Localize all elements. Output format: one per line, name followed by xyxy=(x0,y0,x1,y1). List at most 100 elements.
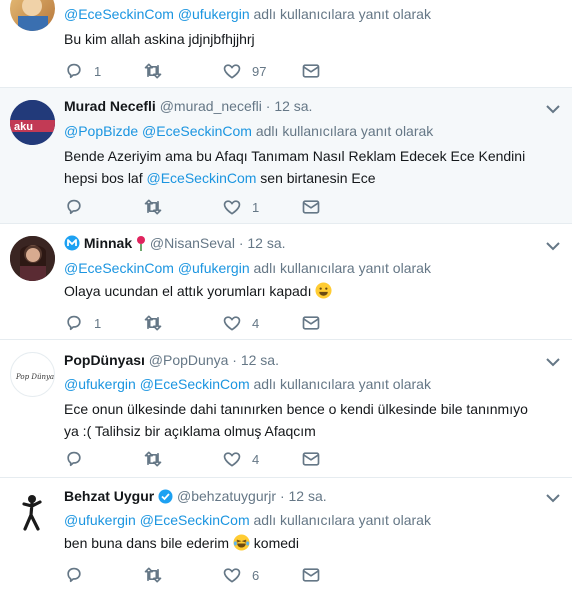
mention-link[interactable]: @EceSeckinCom xyxy=(64,6,174,22)
direct-message-button[interactable] xyxy=(301,313,321,333)
tweet-header: Behzat Uygur @behzatuygurjr · 12 sa. xyxy=(64,488,327,504)
tweet-actions: 4 xyxy=(64,449,364,469)
mention-link[interactable]: @EceSeckinCom xyxy=(64,260,174,276)
chevron-down-icon[interactable] xyxy=(546,241,560,251)
mention-link[interactable]: @ufukergin xyxy=(178,260,250,276)
avatar[interactable] xyxy=(10,490,55,535)
mention-link[interactable]: @EceSeckinCom xyxy=(147,170,257,186)
reply-context: @ufukergin @EceSeckinCom adlı kullanıcıl… xyxy=(64,512,431,528)
direct-message-button[interactable] xyxy=(301,197,321,217)
tweet[interactable]: aku Murad Necefli @murad_necefli · 12 sa… xyxy=(0,88,572,224)
reply-count: 1 xyxy=(94,63,102,79)
chevron-down-icon[interactable] xyxy=(546,104,560,114)
like-button[interactable]: 4 xyxy=(222,449,259,469)
tweet[interactable]: @EceSeckinCom @ufukergin adlı kullanıcıl… xyxy=(0,0,572,88)
retweet-button[interactable] xyxy=(143,61,163,81)
avatar[interactable] xyxy=(10,0,55,31)
avatar[interactable] xyxy=(10,236,55,281)
chevron-down-icon[interactable] xyxy=(546,493,560,503)
direct-message-button[interactable] xyxy=(301,61,321,81)
tweet[interactable]: Pop Dünyası PopDünyası @PopDunya · 12 sa… xyxy=(0,340,572,478)
reply-context: @ufukergin @EceSeckinCom adlı kullanıcıl… xyxy=(64,376,431,392)
user-handle[interactable]: @behzatuygurjr xyxy=(177,488,276,504)
retweet-icon xyxy=(143,565,163,585)
timestamp[interactable]: 12 sa. xyxy=(289,488,327,504)
reply-count: 1 xyxy=(94,315,102,331)
heart-icon xyxy=(222,197,242,217)
like-count: 97 xyxy=(252,63,267,79)
verified-circle-icon xyxy=(64,235,80,251)
display-name[interactable]: Murad Necefli xyxy=(64,98,156,114)
tweet-text: Olaya ucundan el attık yorumları kapadı xyxy=(64,280,554,302)
retweet-icon xyxy=(143,313,163,333)
reply-icon xyxy=(64,61,84,81)
text-part: Olaya ucundan el attık yorumları kapadı xyxy=(64,283,312,299)
mention-link[interactable]: @ufukergin xyxy=(64,512,136,528)
like-count: 4 xyxy=(252,451,260,467)
laughing-emoji-icon xyxy=(233,534,250,551)
reply-button[interactable] xyxy=(64,197,84,217)
heart-icon xyxy=(222,313,242,333)
reply-icon xyxy=(64,565,84,585)
grinning-emoji-icon xyxy=(315,282,332,299)
like-button[interactable]: 4 xyxy=(222,313,259,333)
envelope-icon xyxy=(301,565,321,585)
tweet[interactable]: Minnak @NisanSeval · 12 sa. @EceSeckinCo… xyxy=(0,224,572,340)
reply-button[interactable] xyxy=(64,449,84,469)
mention-link[interactable]: @ufukergin xyxy=(178,6,250,22)
mention-link[interactable]: @EceSeckinCom xyxy=(142,123,252,139)
separator-dot: · xyxy=(238,235,244,251)
display-name[interactable]: Minnak xyxy=(84,235,132,251)
timestamp[interactable]: 12 sa. xyxy=(241,352,279,368)
mention-link[interactable]: @EceSeckinCom xyxy=(140,376,250,392)
heart-icon xyxy=(222,565,242,585)
like-count: 4 xyxy=(252,315,260,331)
like-button[interactable]: 1 xyxy=(222,197,259,217)
envelope-icon xyxy=(301,197,321,217)
display-name[interactable]: PopDünyası xyxy=(64,352,145,368)
tweet-actions: 6 xyxy=(64,565,364,585)
retweet-icon xyxy=(143,449,163,469)
tweet-text: Ece onun ülkesinde dahi tanınırken bence… xyxy=(64,401,528,439)
tweet[interactable]: Behzat Uygur @behzatuygurjr · 12 sa. @uf… xyxy=(0,478,572,590)
mention-link[interactable]: @ufukergin xyxy=(64,376,136,392)
heart-icon xyxy=(222,449,242,469)
reply-context: @PopBizde @EceSeckinCom adlı kullanıcıla… xyxy=(64,123,433,139)
reply-button[interactable]: 1 xyxy=(64,61,101,81)
direct-message-button[interactable] xyxy=(301,449,321,469)
user-handle[interactable]: @murad_necefli xyxy=(160,98,262,114)
retweet-button[interactable] xyxy=(143,313,163,333)
tweet-header: PopDünyası @PopDunya · 12 sa. xyxy=(64,352,279,368)
tweet-text: Bende Azeriyim ama bu Afaqı Tanımam Nası… xyxy=(64,145,554,189)
tweet-text: Bu kim allah askina jdjnjbfhjjhrj xyxy=(64,31,255,47)
mention-link[interactable]: @PopBizde xyxy=(64,123,138,139)
separator-dot: · xyxy=(265,98,271,114)
avatar[interactable]: aku xyxy=(10,100,55,145)
heart-icon xyxy=(222,61,242,81)
mention-link[interactable]: @EceSeckinCom xyxy=(140,512,250,528)
reply-context: @EceSeckinCom @ufukergin adlı kullanıcıl… xyxy=(64,260,431,276)
like-button[interactable]: 6 xyxy=(222,565,259,585)
timestamp[interactable]: 12 sa. xyxy=(247,235,285,251)
reply-prefix: adlı kullanıcılara yanıt olarak xyxy=(253,512,431,528)
reply-button[interactable]: 1 xyxy=(64,313,101,333)
retweet-button[interactable] xyxy=(143,197,163,217)
user-handle[interactable]: @PopDunya xyxy=(149,352,229,368)
retweet-button[interactable] xyxy=(143,449,163,469)
direct-message-button[interactable] xyxy=(301,565,321,585)
retweet-icon xyxy=(143,61,163,81)
like-button[interactable]: 97 xyxy=(222,61,266,81)
reply-prefix: adlı kullanıcılara yanıt olarak xyxy=(253,6,431,22)
text-part: ben buna dans bile ederim xyxy=(64,535,233,551)
envelope-icon xyxy=(301,61,321,81)
chevron-down-icon[interactable] xyxy=(546,357,560,367)
tweet-actions: 1 97 xyxy=(64,61,364,81)
tweet-header: Minnak @NisanSeval · 12 sa. xyxy=(64,235,286,251)
reply-button[interactable] xyxy=(64,565,84,585)
timestamp[interactable]: 12 sa. xyxy=(274,98,312,114)
avatar[interactable]: Pop Dünyası xyxy=(10,352,55,397)
display-name[interactable]: Behzat Uygur xyxy=(64,488,154,504)
user-handle[interactable]: @NisanSeval xyxy=(150,235,235,251)
retweet-button[interactable] xyxy=(143,565,163,585)
text-part: komedi xyxy=(249,535,299,551)
